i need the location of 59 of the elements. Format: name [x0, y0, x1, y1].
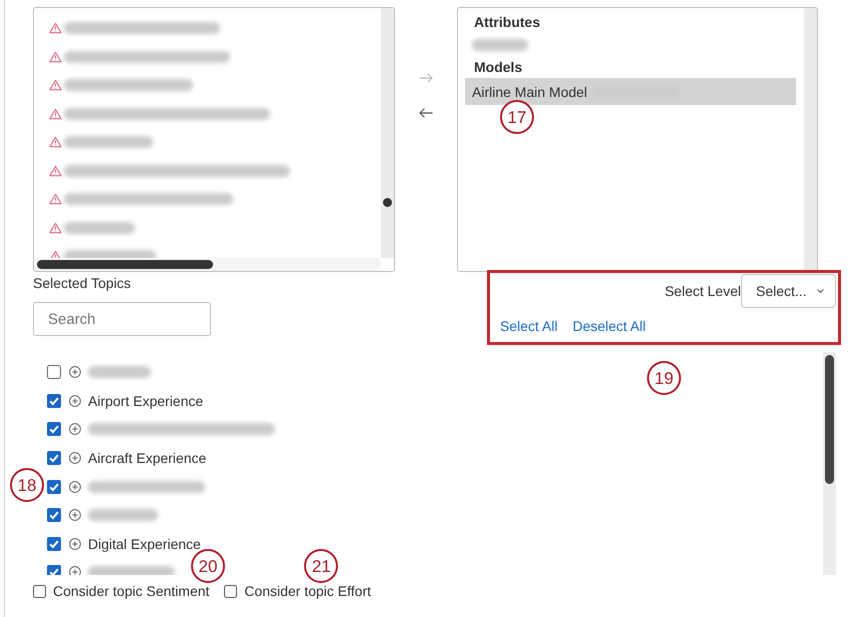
step-callout: 19 — [647, 361, 681, 395]
plus-circle-icon[interactable] — [69, 480, 81, 493]
checkbox[interactable] — [47, 508, 61, 522]
warning-icon — [49, 136, 62, 148]
list-item[interactable]: Airline Main Model — [465, 78, 796, 105]
checkbox[interactable] — [224, 584, 238, 598]
checkbox[interactable] — [47, 422, 61, 436]
vertical-scrollbar[interactable] — [804, 8, 817, 271]
section-title: Selected Topics — [33, 274, 132, 293]
group-heading: Models — [473, 58, 524, 77]
warning-icon — [49, 222, 62, 234]
scrollbar-thumb[interactable] — [37, 260, 213, 269]
checkbox[interactable] — [47, 565, 61, 575]
option-label: Consider topic Effort — [244, 582, 372, 601]
checkbox[interactable] — [33, 584, 46, 598]
chevron-down-icon — [817, 289, 824, 293]
vertical-scrollbar[interactable] — [381, 8, 394, 258]
checkbox[interactable] — [47, 451, 61, 466]
warning-icon — [49, 79, 62, 92]
warning-icon — [49, 22, 62, 34]
blurred-text — [88, 366, 151, 378]
plus-circle-icon[interactable] — [69, 452, 81, 464]
arrow-right-icon — [419, 73, 433, 83]
step-callout: 18 — [10, 468, 44, 502]
checkbox[interactable] — [47, 394, 61, 408]
plus-circle-icon[interactable] — [69, 423, 81, 436]
warning-icon — [49, 108, 62, 120]
blurred-text — [472, 38, 528, 50]
group-heading: Attributes — [473, 13, 542, 32]
level-dropdown[interactable]: Select... — [741, 274, 836, 308]
scrollbar-thumb[interactable] — [825, 355, 834, 484]
action-link[interactable]: Select All — [500, 316, 558, 336]
topic-label: Airport Experience — [88, 392, 204, 409]
step-callout: 20 — [191, 549, 225, 583]
horizontal-scrollbar[interactable] — [34, 258, 381, 271]
plus-circle-icon[interactable] — [69, 509, 81, 522]
warning-icon — [49, 50, 62, 63]
step-callout: 21 — [304, 549, 338, 583]
option-label: Consider topic Sentiment — [53, 582, 210, 601]
checkbox[interactable] — [47, 536, 61, 551]
plus-circle-icon[interactable] — [69, 394, 81, 407]
scrollbar-thumb[interactable] — [383, 198, 392, 207]
plus-circle-icon[interactable] — [69, 538, 81, 550]
action-link[interactable]: Deselect All — [572, 316, 646, 336]
blurred-text — [64, 222, 135, 234]
checkbox[interactable] — [47, 480, 61, 494]
search-field[interactable]: Search — [33, 302, 211, 336]
field-label: Select Level — [664, 283, 741, 299]
vertical-scrollbar[interactable] — [823, 352, 836, 575]
plus-circle-icon[interactable] — [69, 566, 81, 575]
plus-circle-icon[interactable] — [69, 366, 81, 378]
checkbox[interactable] — [47, 365, 61, 380]
topic-label: Aircraft Experience — [88, 450, 206, 466]
blurred-text — [88, 509, 158, 522]
warning-icon — [49, 193, 62, 206]
arrow-left-icon — [419, 108, 433, 118]
topic-label: Digital Experience — [88, 536, 201, 552]
step-callout: 17 — [500, 100, 534, 134]
warning-icon — [49, 164, 62, 177]
